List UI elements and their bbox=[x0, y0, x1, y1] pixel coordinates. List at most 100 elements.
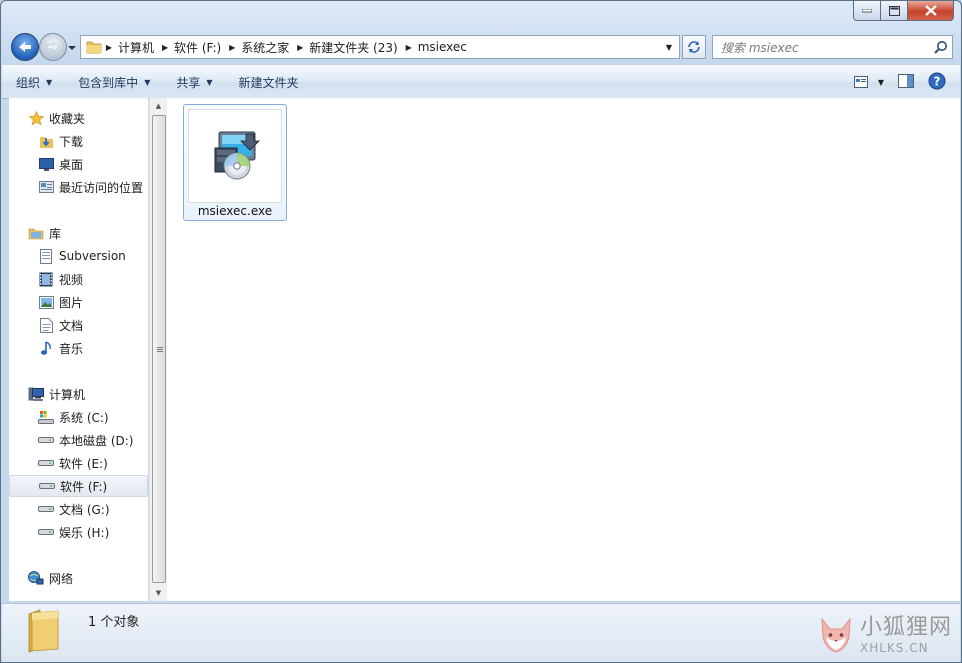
nav-item-label: 桌面 bbox=[59, 157, 84, 172]
file-list-area[interactable]: msiexec.exe bbox=[167, 98, 960, 601]
nav-item-desktop[interactable]: 桌面 bbox=[9, 153, 148, 175]
video-icon bbox=[38, 271, 54, 287]
nav-item-label: 文档 (G:) bbox=[59, 502, 110, 517]
nav-item-label: 娱乐 (H:) bbox=[59, 525, 110, 540]
refresh-icon bbox=[688, 41, 700, 53]
recent-pages-dropdown[interactable] bbox=[67, 42, 77, 52]
change-view-button[interactable]: ▼ bbox=[853, 76, 884, 88]
nav-item-videos[interactable]: 视频 bbox=[9, 268, 148, 290]
desktop-icon bbox=[38, 156, 54, 172]
svg-text:?: ? bbox=[934, 74, 941, 88]
address-bar[interactable]: ▶ 计算机 ▶ 软件 (F:) ▶ 系统之家 ▶ 新建文件夹 (23) ▶ ms… bbox=[80, 35, 680, 59]
picture-icon bbox=[38, 294, 54, 310]
nav-item-recent-places[interactable]: 最近访问的位置 bbox=[9, 176, 148, 198]
search-input[interactable]: 搜索 msiexec bbox=[713, 39, 930, 56]
share-label: 共享 bbox=[176, 75, 201, 90]
installer-icon bbox=[188, 109, 282, 203]
forward-arrow-icon bbox=[46, 41, 60, 53]
address-history-dropdown[interactable]: ▼ bbox=[663, 36, 675, 58]
navigation-pane: 收藏夹 下载 桌面 最近访问的位置 库 Subversion 视频 图片 文档 … bbox=[9, 98, 148, 601]
nav-computer[interactable]: 计算机 bbox=[9, 383, 148, 405]
hard-drive-icon bbox=[38, 455, 54, 471]
scroll-down-icon[interactable]: ▼ bbox=[150, 585, 167, 601]
back-button[interactable] bbox=[11, 33, 39, 61]
breadcrumb-item-new-folder[interactable]: 新建文件夹 (23) bbox=[307, 39, 401, 56]
minimize-icon bbox=[862, 8, 872, 12]
nav-item-drive-d[interactable]: 本地磁盘 (D:) bbox=[9, 429, 148, 451]
include-in-library-button[interactable]: 包含到库中 ▼ bbox=[64, 70, 162, 94]
close-icon bbox=[924, 5, 937, 16]
breadcrumb-item-msiexec[interactable]: msiexec bbox=[416, 40, 471, 54]
help-button[interactable]: ? bbox=[928, 72, 946, 93]
nav-item-subversion[interactable]: Subversion bbox=[9, 245, 148, 267]
minimize-button[interactable] bbox=[853, 1, 881, 21]
nav-item-downloads[interactable]: 下载 bbox=[9, 130, 148, 152]
document-library-icon bbox=[38, 248, 54, 264]
details-pane: 1 个对象 小狐狸网 XHLKS.CN bbox=[2, 603, 960, 662]
preview-pane-button[interactable] bbox=[898, 73, 914, 91]
computer-icon bbox=[28, 386, 44, 402]
nav-libraries[interactable]: 库 bbox=[9, 222, 148, 244]
nav-item-drive-c[interactable]: 系统 (C:) bbox=[9, 406, 148, 428]
scroll-up-icon[interactable]: ▲ bbox=[150, 98, 167, 114]
back-arrow-icon bbox=[19, 42, 31, 52]
chevron-down-icon: ▼ bbox=[206, 77, 213, 87]
nav-item-drive-e[interactable]: 软件 (E:) bbox=[9, 452, 148, 474]
grip-icon bbox=[157, 346, 163, 353]
caption-buttons bbox=[853, 1, 954, 21]
nav-computer-label: 计算机 bbox=[49, 387, 86, 402]
nav-item-label: 图片 bbox=[59, 295, 84, 310]
share-button[interactable]: 共享 ▼ bbox=[162, 70, 224, 94]
close-button[interactable] bbox=[908, 1, 954, 21]
nav-item-drive-f[interactable]: 软件 (F:) bbox=[9, 475, 148, 497]
breadcrumb-item-xitongzhijia[interactable]: 系统之家 bbox=[239, 39, 293, 56]
scrollbar-thumb[interactable] bbox=[152, 115, 166, 583]
refresh-button[interactable] bbox=[682, 35, 706, 59]
breadcrumb-arrow-icon[interactable]: ▶ bbox=[158, 43, 172, 52]
nav-item-drive-g[interactable]: 文档 (G:) bbox=[9, 498, 148, 520]
nav-item-label: 下载 bbox=[59, 134, 84, 149]
breadcrumb-arrow-icon[interactable]: ▶ bbox=[102, 43, 116, 52]
preview-pane-icon bbox=[898, 73, 914, 88]
chevron-down-icon: ▼ bbox=[46, 77, 53, 87]
command-bar: 组织 ▼ 包含到库中 ▼ 共享 ▼ 新建文件夹 ▼ ? bbox=[2, 65, 960, 99]
search-icon[interactable] bbox=[930, 40, 952, 54]
recent-places-icon bbox=[38, 179, 54, 195]
nav-favorites[interactable]: 收藏夹 bbox=[9, 107, 148, 129]
nav-network-label: 网络 bbox=[49, 571, 74, 586]
folder-icon bbox=[86, 41, 102, 54]
nav-item-label: 最近访问的位置 bbox=[59, 180, 144, 195]
download-folder-icon bbox=[38, 133, 54, 149]
folder-icon bbox=[28, 609, 59, 653]
maximize-button[interactable] bbox=[881, 1, 908, 21]
file-item[interactable]: msiexec.exe bbox=[183, 104, 287, 221]
chevron-down-icon bbox=[68, 46, 76, 50]
include-in-library-label: 包含到库中 bbox=[78, 75, 139, 90]
organize-button[interactable]: 组织 ▼ bbox=[2, 70, 64, 94]
navigation-scrollbar[interactable]: ▲ ▼ bbox=[149, 98, 167, 601]
breadcrumb-arrow-icon[interactable]: ▶ bbox=[225, 43, 239, 52]
watermark: 小狐狸网 XHLKS.CN bbox=[816, 615, 952, 655]
view-icon bbox=[853, 76, 868, 88]
new-folder-button[interactable]: 新建文件夹 bbox=[225, 70, 311, 94]
library-icon bbox=[28, 225, 44, 241]
forward-button[interactable] bbox=[39, 33, 67, 61]
file-name: msiexec.exe bbox=[197, 204, 273, 218]
breadcrumb-item-computer[interactable]: 计算机 bbox=[116, 39, 158, 56]
breadcrumb-item-drive-f[interactable]: 软件 (F:) bbox=[172, 39, 225, 56]
watermark-title: 小狐狸网 bbox=[859, 614, 952, 640]
view-controls: ▼ ? bbox=[853, 66, 946, 98]
chevron-down-icon: ▼ bbox=[665, 42, 673, 52]
nav-item-drive-h[interactable]: 娱乐 (H:) bbox=[9, 521, 148, 543]
nav-item-pictures[interactable]: 图片 bbox=[9, 291, 148, 313]
nav-network[interactable]: 网络 bbox=[9, 567, 148, 589]
nav-item-music[interactable]: 音乐 bbox=[9, 337, 148, 359]
search-box[interactable]: 搜索 msiexec bbox=[712, 35, 953, 59]
breadcrumb-arrow-icon[interactable]: ▶ bbox=[402, 43, 416, 52]
document-icon bbox=[38, 317, 54, 333]
nav-item-label: Subversion bbox=[59, 249, 126, 263]
breadcrumb-arrow-icon[interactable]: ▶ bbox=[293, 43, 307, 52]
nav-item-documents[interactable]: 文档 bbox=[9, 314, 148, 336]
nav-item-label: 软件 (E:) bbox=[59, 456, 108, 471]
chevron-down-icon: ▼ bbox=[144, 77, 151, 87]
